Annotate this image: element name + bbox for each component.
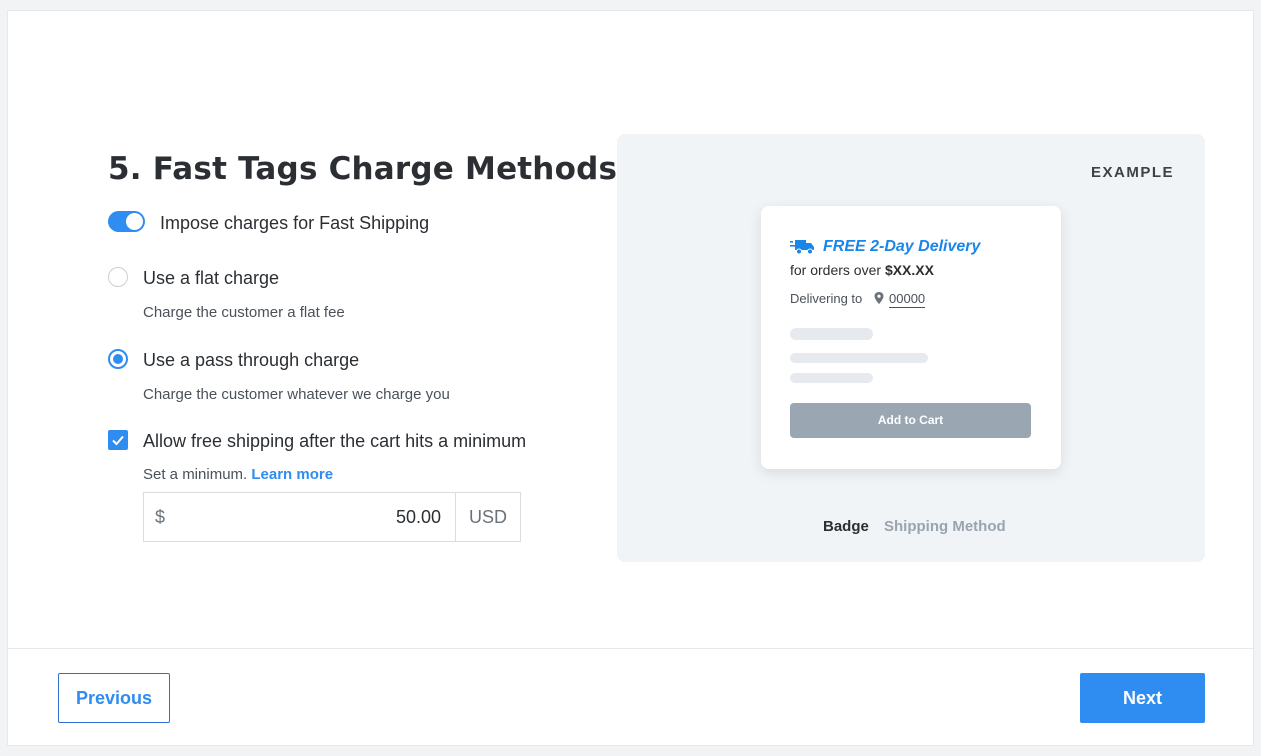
tab-badge[interactable]: Badge <box>823 518 869 535</box>
example-label: EXAMPLE <box>1090 164 1174 181</box>
wizard-frame: 5. Fast Tags Charge Methods Impose charg… <box>7 10 1254 746</box>
skeleton-line <box>790 328 873 340</box>
next-button[interactable]: Next <box>1080 673 1205 723</box>
flat-charge-label[interactable]: Use a flat charge <box>143 268 279 289</box>
minimum-amount-group: $ USD <box>143 492 521 542</box>
skeleton-line <box>790 353 928 363</box>
minimum-help-label: Set a minimum. <box>143 466 248 483</box>
badge-sub-amount: $XX.XX <box>884 262 934 278</box>
zip-code-link[interactable]: 00000 <box>889 291 926 308</box>
footer-divider <box>8 648 1253 649</box>
currency-symbol: $ <box>155 507 166 527</box>
flat-charge-description: Charge the customer a flat fee <box>143 304 345 321</box>
checkmark-icon <box>112 435 124 446</box>
map-pin-icon <box>874 292 884 304</box>
minimum-amount-input[interactable] <box>174 493 455 541</box>
skeleton-line <box>790 373 873 383</box>
minimum-help-text: Set a minimum. Learn more <box>143 466 333 483</box>
truck-icon <box>790 240 814 255</box>
currency-code: USD <box>455 493 520 541</box>
pass-through-charge-label[interactable]: Use a pass through charge <box>143 350 359 371</box>
fast-shipping-toggle[interactable] <box>108 211 145 232</box>
pass-through-charge-description: Charge the customer whatever we charge y… <box>143 386 450 403</box>
learn-more-link[interactable]: Learn more <box>251 466 333 483</box>
previous-button[interactable]: Previous <box>58 673 170 723</box>
free-shipping-checkbox[interactable] <box>108 430 128 450</box>
radio-selected-dot <box>113 354 123 364</box>
badge-title: FREE 2-Day Delivery <box>823 238 981 255</box>
page-title: 5. Fast Tags Charge Methods <box>108 151 618 187</box>
flat-charge-radio[interactable] <box>108 267 128 287</box>
example-panel: EXAMPLE FREE 2-Day Delivery for orders o… <box>617 134 1205 562</box>
badge-preview-card: FREE 2-Day Delivery for orders over $XX.… <box>761 206 1061 469</box>
delivering-to-label: Delivering to <box>790 291 863 306</box>
pass-through-charge-radio[interactable] <box>108 349 128 369</box>
toggle-label: Impose charges for Fast Shipping <box>160 213 430 233</box>
add-to-cart-button: Add to Cart <box>790 403 1031 438</box>
badge-subtitle: for orders over $XX.XX <box>790 262 934 278</box>
badge-sub-prefix: for orders over <box>790 262 882 278</box>
free-shipping-label[interactable]: Allow free shipping after the cart hits … <box>143 431 526 452</box>
tab-shipping-method[interactable]: Shipping Method <box>884 518 1006 535</box>
toggle-knob <box>126 213 143 230</box>
